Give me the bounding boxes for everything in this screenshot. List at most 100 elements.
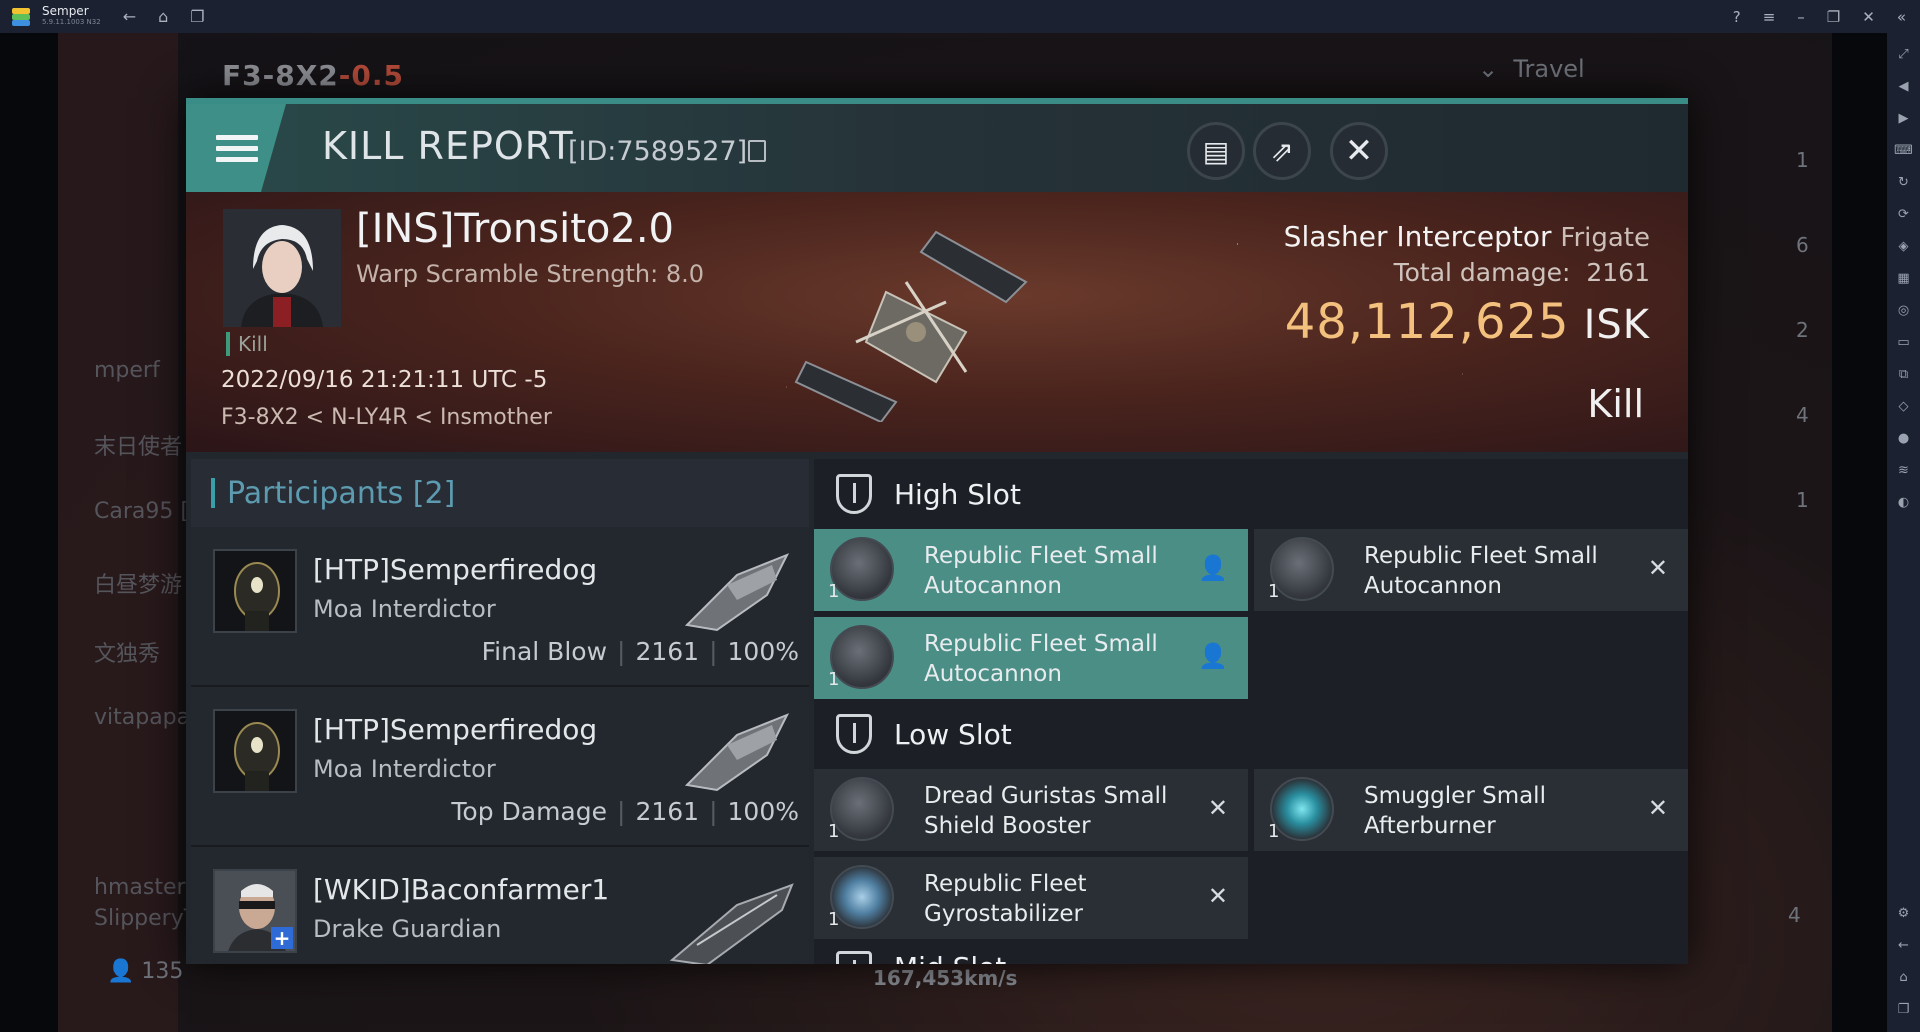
destroyed-icon: ✕ <box>1647 794 1668 822</box>
overview-count: 2 <box>1796 318 1809 342</box>
victim-ship: Slasher Interceptor Frigate <box>1283 220 1650 253</box>
sidebar-home-icon[interactable]: ⌂ <box>1899 962 1907 994</box>
app-name: Semper 5.9.11.1003 N32 <box>42 3 101 26</box>
fullscreen-icon[interactable]: ⤢ <box>1898 39 1908 71</box>
kill-datetime: 2022/09/16 21:21:11 UTC -5 <box>221 367 548 393</box>
participant-row[interactable]: + [WKID]Baconfarmer1 Drake Guardian <box>191 847 809 964</box>
participant-ship: Moa Interdictor <box>313 595 496 623</box>
overview-count: 6 <box>1796 233 1809 257</box>
close-button[interactable]: ✕ <box>1330 122 1388 180</box>
settings-icon[interactable]: ⚙ <box>1898 898 1910 930</box>
result-label: Kill <box>1587 382 1644 426</box>
participant-ship-image <box>684 553 790 632</box>
restore-icon[interactable]: ❐ <box>1827 8 1840 26</box>
sidebar-recent-icon[interactable]: ❐ <box>1898 994 1910 1026</box>
destroyed-icon: ✕ <box>1207 882 1228 910</box>
emulator-title-bar: Semper 5.9.11.1003 N32 ← ⌂ ❐ ? ≡ – ❐ ✕ « <box>0 0 1920 33</box>
item-name: Republic Fleet Gyrostabilizer <box>924 871 1087 927</box>
layers-icon[interactable]: ≋ <box>1898 455 1909 487</box>
home-icon[interactable]: ⌂ <box>158 7 168 26</box>
close-icon: ✕ <box>1344 131 1374 171</box>
participant-avatar[interactable]: + <box>213 869 297 953</box>
victim-avatar[interactable] <box>223 209 341 327</box>
kill-tag: Kill <box>226 332 268 356</box>
autocannon-icon <box>830 537 894 601</box>
isk-value: 48,112,625 ISK <box>1284 294 1650 350</box>
item-name: Republic Fleet Small Autocannon <box>924 631 1158 687</box>
participant-row[interactable]: [HTP]Semperfiredog Moa Interdictor Final… <box>191 527 809 687</box>
participant-row[interactable]: [HTP]Semperfiredog Moa Interdictor Top D… <box>191 687 809 847</box>
participant-stats: Top Damage | 2161 | 100% <box>451 797 799 826</box>
help-icon[interactable]: ? <box>1733 8 1741 26</box>
participant-name: [WKID]Baconfarmer1 <box>313 873 610 906</box>
location-icon[interactable]: ● <box>1898 423 1909 455</box>
sync-icon[interactable]: ⟳ <box>1898 199 1909 231</box>
slot-item[interactable]: 1 Republic Fleet Small Autocannon ✕ <box>1254 529 1688 611</box>
participant-ship: Moa Interdictor <box>313 755 496 783</box>
slot-item[interactable]: 1 Republic Fleet Small Autocannon 👤 <box>814 529 1248 611</box>
destroyed-icon: ✕ <box>1647 554 1668 582</box>
victim-ship-image <box>794 230 1028 422</box>
victim-name: [INS]Tronsito2.0 <box>356 206 674 252</box>
multi-instance-icon[interactable]: ⧉ <box>1899 359 1908 391</box>
menu-button[interactable] <box>186 104 286 192</box>
bg-chat-line: vitapapa <box>94 705 191 730</box>
fitting-panel: High Slot 1 Republic Fleet Small Autocan… <box>814 459 1688 964</box>
gyrostabilizer-icon <box>830 865 894 929</box>
macro-icon[interactable]: ▦ <box>1897 263 1909 295</box>
clipboard-icon: ▤ <box>1202 134 1230 168</box>
eco-icon[interactable]: ◐ <box>1898 487 1909 519</box>
crew-count[interactable]: 👤 135 <box>107 959 183 984</box>
record-icon[interactable]: ▶ <box>1899 103 1909 135</box>
participant-avatar[interactable] <box>213 709 297 793</box>
slot-item[interactable]: 1 Republic Fleet Small Autocannon 👤 <box>814 617 1248 699</box>
notes-button[interactable]: ▤ <box>1187 122 1245 180</box>
slot-item[interactable]: 1 Dread Guristas Small Shield Booster ✕ <box>814 769 1248 851</box>
share-icon: ⇗ <box>1270 134 1294 168</box>
collapse-sidebar-icon[interactable]: « <box>1897 8 1906 26</box>
kill-report-modal: KILL REPORT [ID:7589527] ▤ ⇗ ✕ [INS]Tron… <box>186 98 1688 964</box>
sidebar-back-icon[interactable]: ← <box>1898 930 1909 962</box>
item-name: Republic Fleet Small Autocannon <box>924 543 1158 599</box>
back-icon[interactable]: ← <box>123 7 136 26</box>
app-logo-icon <box>10 6 32 28</box>
eraser-icon[interactable]: ◇ <box>1899 391 1909 423</box>
slot-item[interactable]: 1 Republic Fleet Gyrostabilizer ✕ <box>814 857 1248 939</box>
volume-icon[interactable]: ◀ <box>1899 71 1909 103</box>
add-contact-icon[interactable]: + <box>271 927 293 949</box>
participant-avatar[interactable] <box>213 549 297 633</box>
screenshot-icon[interactable]: ◎ <box>1898 295 1909 327</box>
minimize-icon[interactable]: – <box>1797 8 1805 26</box>
participants-header: Participants [2] <box>191 459 809 527</box>
keyboard-icon[interactable]: ⌨ <box>1894 135 1913 167</box>
hamburger-icon <box>216 129 258 168</box>
emulator-sidebar: ⤢ ◀ ▶ ⌨ ↻ ⟳ ◈ ▦ ◎ ▭ ⧉ ◇ ● ≋ ◐ ⚙ ← ⌂ ❐ <box>1887 33 1920 1032</box>
destroyed-icon: ✕ <box>1207 794 1228 822</box>
system-name[interactable]: F3-8X2-0.5 <box>222 59 404 92</box>
modal-title: KILL REPORT <box>322 124 574 168</box>
recent-apps-icon[interactable]: ❐ <box>190 7 204 26</box>
rotate-icon[interactable]: ↻ <box>1898 167 1909 199</box>
menu-icon[interactable]: ≡ <box>1763 8 1776 26</box>
warp-scramble-strength: Warp Scramble Strength: 8.0 <box>356 260 705 288</box>
dropped-icon: 👤 <box>1198 554 1228 582</box>
slot-shield-icon <box>836 951 872 964</box>
drone-count: 4 <box>1788 903 1801 927</box>
participant-ship-image <box>669 883 794 964</box>
participants-panel: Participants [2] [HTP]Semperfiredog Moa … <box>191 459 809 964</box>
bg-chat-line: 文独秀 <box>94 642 161 667</box>
share-button[interactable]: ⇗ <box>1253 122 1311 180</box>
slot-shield-icon <box>836 714 872 754</box>
folder-icon[interactable]: ▭ <box>1897 327 1909 359</box>
slot-item[interactable]: 1 Smuggler Small Afterburner ✕ <box>1254 769 1688 851</box>
high-slot-header: High Slot <box>814 459 1688 529</box>
overview-count: 1 <box>1796 148 1809 172</box>
close-window-icon[interactable]: ✕ <box>1862 8 1875 26</box>
travel-dropdown[interactable]: ⌄ Travel <box>1478 55 1585 83</box>
total-damage: Total damage: 2161 <box>1393 258 1650 287</box>
bg-chat-line: mperf <box>94 358 160 383</box>
participant-name: [HTP]Semperfiredog <box>313 553 598 586</box>
shield-booster-icon <box>830 777 894 841</box>
copy-id-icon[interactable] <box>748 140 766 162</box>
gamepad-icon[interactable]: ◈ <box>1899 231 1909 263</box>
